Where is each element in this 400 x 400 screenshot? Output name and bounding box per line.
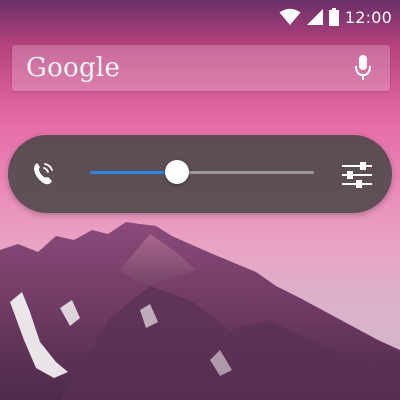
volume-slider-fill <box>90 171 178 174</box>
signal-icon <box>306 8 323 26</box>
google-logo-text[interactable]: Google <box>26 53 120 83</box>
mountain-wallpaper <box>0 222 400 400</box>
status-bar: 12:00 <box>0 0 400 34</box>
battery-icon <box>328 8 339 26</box>
volume-slider-thumb[interactable] <box>165 160 190 184</box>
microphone-icon[interactable] <box>354 54 372 82</box>
phone-ringer-icon[interactable] <box>30 159 58 187</box>
wifi-icon <box>279 8 301 26</box>
sliders-settings-icon[interactable] <box>342 161 372 189</box>
status-time: 12:00 <box>344 7 392 27</box>
volume-slider[interactable] <box>90 160 314 184</box>
google-search-bar[interactable]: Google <box>12 45 390 91</box>
